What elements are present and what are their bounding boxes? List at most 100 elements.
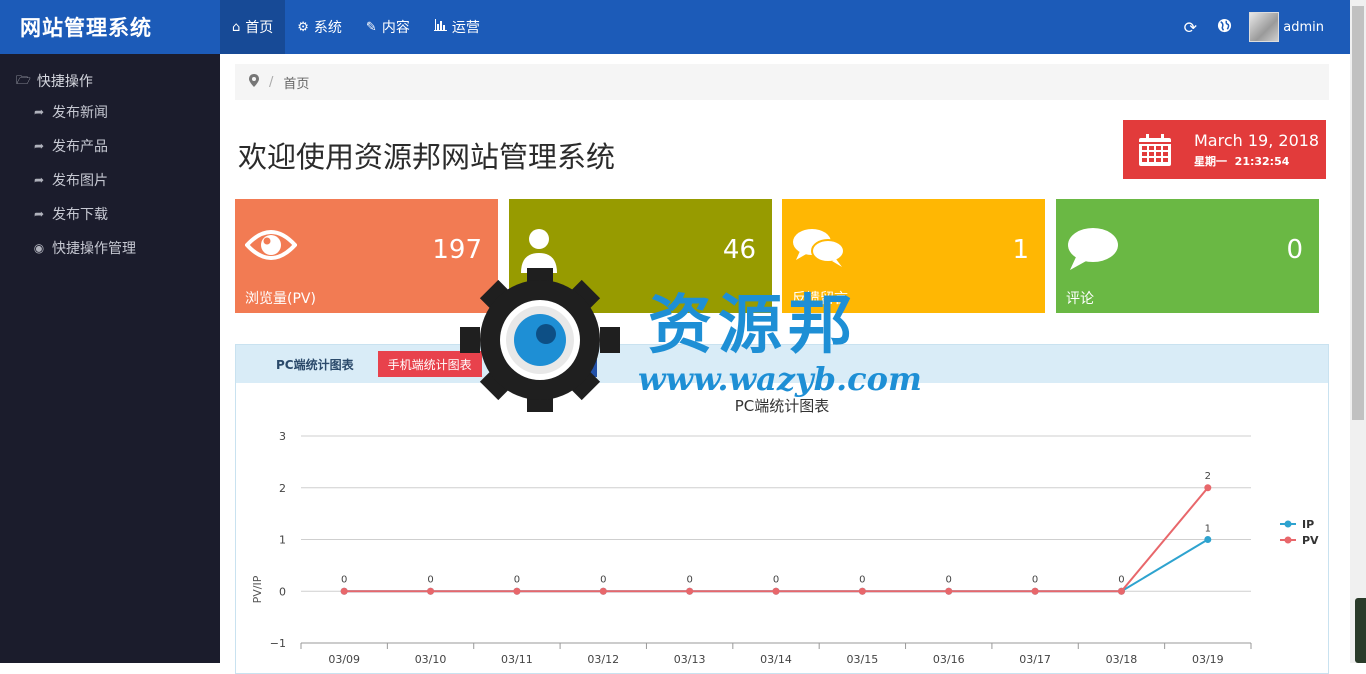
- sidebar-item-publish-news[interactable]: ➦ 发布新闻: [0, 95, 220, 129]
- tab-pc-chart[interactable]: PC端统计图表: [276, 356, 354, 373]
- share-icon: ➦: [33, 105, 45, 119]
- data-point-pv: [772, 587, 780, 595]
- x-tick-label: 03/14: [760, 653, 792, 666]
- edit-icon: ✎: [365, 19, 377, 35]
- scrollbar-thumb[interactable]: [1352, 6, 1364, 420]
- share-icon: ➦: [33, 207, 45, 221]
- main-nav: ⌂ 首页 ⚙ 系统 ✎ 内容 运营: [220, 0, 492, 54]
- y-tick-label: −1: [270, 637, 286, 650]
- share-icon: ➦: [33, 173, 45, 187]
- sidebar-item-publish-image[interactable]: ➦ 发布图片: [0, 163, 220, 197]
- x-tick-label: 03/09: [328, 653, 360, 666]
- refresh-icon[interactable]: ⟳: [1173, 18, 1207, 37]
- stat-card-comments[interactable]: 0 评论: [1056, 199, 1319, 313]
- legend-marker: [1284, 536, 1292, 544]
- breadcrumb-current: 首页: [283, 76, 310, 92]
- eye-icon: ◉: [33, 241, 45, 255]
- main-content: / 首页 欢迎使用资源邦网站管理系统 March 19, 2018 星期一 21…: [220, 54, 1350, 674]
- date-sub: 星期一 21:32:54: [1194, 153, 1319, 169]
- range-7-days-button[interactable]: 7天: [495, 351, 536, 377]
- legend-marker: [1284, 520, 1292, 528]
- sidebar-item-label: 发布产品: [52, 139, 108, 155]
- data-point-pv: [1031, 587, 1039, 595]
- data-label: 2: [1205, 471, 1211, 482]
- home-icon: ⌂: [232, 19, 241, 35]
- vertical-scrollbar[interactable]: [1350, 0, 1366, 663]
- date-weekday: 星期一: [1194, 154, 1227, 168]
- sidebar-group-label: 快捷操作: [36, 74, 93, 90]
- sidebar-item-publish-product[interactable]: ➦ 发布产品: [0, 129, 220, 163]
- nav-operations[interactable]: 运营: [422, 0, 492, 54]
- x-tick-label: 03/17: [1019, 653, 1051, 666]
- legend-label: PV: [1302, 534, 1319, 547]
- sidebar-item-label: 快捷操作管理: [52, 241, 136, 257]
- x-tick-label: 03/15: [847, 653, 879, 666]
- breadcrumb-separator: /: [269, 74, 274, 90]
- date-time: 21:32:54: [1234, 154, 1290, 168]
- data-label: 0: [341, 574, 347, 585]
- legend-label: IP: [1302, 518, 1314, 531]
- range-30-days-button[interactable]: 30天: [549, 351, 597, 377]
- data-point-pv: [513, 587, 521, 595]
- nav-home[interactable]: ⌂ 首页: [220, 0, 286, 54]
- y-axis-label: PV/IP: [251, 575, 264, 603]
- data-point-pv: [1204, 484, 1212, 492]
- stat-card-pv[interactable]: 197 浏览量(PV): [235, 199, 498, 313]
- stat-value: 1: [1012, 235, 1029, 265]
- topbar-actions: ⟳ admin: [1173, 0, 1350, 54]
- line-chart: 3 2 1 0 −1 03/09 03/10 03/11 03/12 03/13 03/14 03/1…: [251, 430, 1319, 666]
- date-widget: March 19, 2018 星期一 21:32:54: [1123, 120, 1326, 179]
- data-point-pv: [340, 587, 348, 595]
- y-tick-label: 0: [279, 585, 286, 598]
- sidebar-item-label: 发布图片: [52, 173, 108, 189]
- sidebar-group-quick[interactable]: 🗁 快捷操作: [0, 67, 220, 95]
- y-tick-label: 1: [279, 534, 286, 547]
- eye-icon: [244, 227, 298, 267]
- x-tick-label: 03/10: [415, 653, 447, 666]
- stat-label: 评论: [1066, 291, 1094, 307]
- y-tick-label: 3: [279, 430, 286, 443]
- nav-system-label: 系统: [313, 20, 342, 36]
- date-main: March 19, 2018: [1194, 130, 1320, 150]
- data-label: 0: [946, 574, 952, 585]
- sidebar-item-publish-download[interactable]: ➦ 发布下载: [0, 197, 220, 231]
- stat-card-ip[interactable]: 46 访客数(IP): [509, 199, 772, 313]
- username[interactable]: admin: [1283, 20, 1324, 35]
- x-tick-label: 03/12: [587, 653, 619, 666]
- side-widget-handle[interactable]: [1355, 598, 1366, 663]
- data-point-pv: [1117, 587, 1125, 595]
- chart-panel-header: PC端统计图表 手机端统计图表 7天 30天: [236, 345, 1328, 383]
- data-label: 0: [600, 574, 606, 585]
- data-point-pv: [427, 587, 435, 595]
- data-label: 1: [1205, 524, 1211, 535]
- tab-mobile-chart[interactable]: 手机端统计图表: [377, 351, 482, 377]
- brand-title[interactable]: 网站管理系统: [0, 0, 220, 54]
- sidebar-item-quick-manage[interactable]: ◉ 快捷操作管理: [0, 231, 220, 265]
- page-title: 欢迎使用资源邦网站管理系统: [238, 140, 616, 174]
- nav-content[interactable]: ✎ 内容: [354, 0, 422, 54]
- x-tick-label: 03/11: [501, 653, 533, 666]
- stat-label: 浏览量(PV): [245, 291, 316, 307]
- map-marker-icon[interactable]: [249, 73, 259, 91]
- nav-system[interactable]: ⚙ 系统: [285, 0, 354, 54]
- stat-card-feedback[interactable]: 1 反馈留言: [782, 199, 1045, 313]
- nav-operations-label: 运营: [451, 20, 480, 36]
- stat-label: 反馈留言: [792, 291, 848, 307]
- share-icon: ➦: [33, 139, 45, 153]
- globe-icon[interactable]: [1207, 18, 1241, 37]
- avatar[interactable]: [1249, 12, 1280, 42]
- x-tick-label: 03/13: [674, 653, 706, 666]
- calendar-icon: [1138, 133, 1172, 167]
- stats-row: 197 浏览量(PV) 46 访客数(IP) 1 反馈留言 0 评论: [235, 199, 1325, 313]
- stat-value: 46: [722, 235, 756, 265]
- data-point-pv: [599, 587, 607, 595]
- bar-chart-icon: [433, 19, 447, 35]
- data-point-pv: [686, 587, 694, 595]
- top-navbar: 网站管理系统 ⌂ 首页 ⚙ 系统 ✎ 内容 运营 ⟳ admin: [0, 0, 1350, 54]
- data-label: 0: [1118, 574, 1124, 585]
- chart-panel: PC端统计图表 手机端统计图表 7天 30天 PC端统计图表 3 2 1 0 −1 03/…: [235, 344, 1329, 674]
- sidebar-item-label: 发布新闻: [52, 105, 108, 121]
- data-point-pv: [858, 587, 866, 595]
- data-label: 0: [773, 574, 779, 585]
- data-point-ip: [1204, 536, 1212, 543]
